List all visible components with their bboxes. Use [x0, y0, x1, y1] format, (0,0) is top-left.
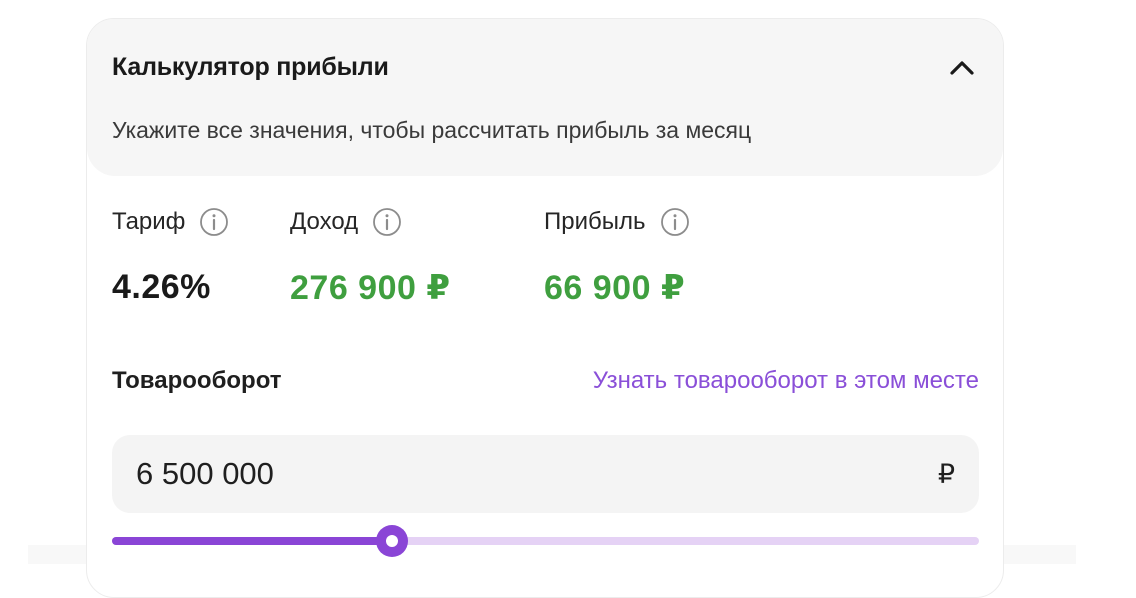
calculator-title: Калькулятор прибыли [112, 53, 389, 81]
metric-tariff-label: Тариф [112, 208, 186, 235]
slider-fill [112, 537, 393, 545]
metric-profit-label: Прибыль [544, 208, 646, 235]
turnover-info-link[interactable]: Узнать товарооборот в этом месте [593, 367, 979, 395]
collapse-button[interactable] [943, 49, 981, 87]
turnover-slider[interactable] [112, 524, 979, 558]
metric-income-value: 276 900 ₽ [290, 269, 451, 307]
metric-tariff-value: 4.26% [112, 268, 211, 306]
calculator-header: Калькулятор прибыли Укажите все значения… [87, 19, 1003, 176]
profit-calculator-card: Калькулятор прибыли Укажите все значения… [86, 18, 1004, 598]
info-icon[interactable] [199, 207, 229, 237]
turnover-field: ₽ [112, 435, 979, 513]
metric-profit-value: 66 900 ₽ [544, 269, 686, 307]
info-icon[interactable] [660, 207, 690, 237]
metric-income-label: Доход [290, 208, 359, 235]
slider-thumb[interactable] [376, 525, 409, 557]
chevron-up-icon [950, 61, 974, 75]
turnover-input[interactable] [136, 435, 896, 513]
metric-tariff: Тариф 4.26% [112, 206, 229, 307]
turnover-label: Товарооборот [112, 367, 282, 394]
metric-profit: Прибыль 66 900 ₽ [544, 206, 690, 308]
calculator-subtitle: Укажите все значения, чтобы рассчитать п… [112, 117, 752, 143]
info-icon[interactable] [372, 207, 402, 237]
metric-income: Доход 276 900 ₽ [290, 206, 451, 308]
currency-suffix: ₽ [937, 459, 955, 489]
